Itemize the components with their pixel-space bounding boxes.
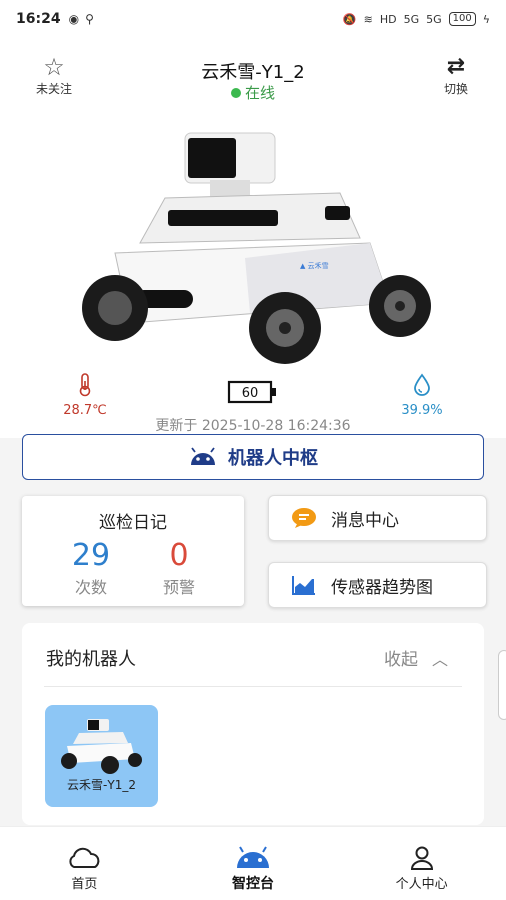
my-robots-panel: 我的机器人 收起 ︿ 云禾雪-Y1_2 (22, 623, 484, 825)
svg-text:▲ 云禾雪: ▲ 云禾雪 (300, 262, 329, 270)
inspection-log-title: 巡检日记 (99, 513, 167, 533)
online-status: 在线 (0, 82, 506, 103)
message-center-label: 消息中心 (331, 510, 399, 531)
battery-indicator: 100 (448, 12, 476, 26)
battery-icon: 60 (227, 380, 276, 404)
inspection-log-card[interactable]: 巡检日记 29 次数 0 预警 (22, 496, 244, 606)
thermometer-icon (79, 373, 91, 397)
tab-control-center-label: 智控台 (232, 876, 274, 892)
signal-5g-1: 5G (403, 12, 420, 26)
sensor-trend-button[interactable]: 传感器趋势图 (268, 562, 487, 608)
tab-profile-label: 个人中心 (395, 877, 448, 892)
swap-arrows-icon: ⇄ (446, 54, 466, 79)
robot-hero: ▲ 云禾雪 28.7℃ 60 39.9% 更新于 2025-10-28 16:2… (0, 108, 506, 438)
tab-profile[interactable]: 个人中心 (337, 827, 506, 900)
area-chart-icon (291, 574, 317, 596)
message-center-button[interactable]: 消息中心 (268, 495, 487, 541)
inspection-count-stat: 29 次数 (46, 538, 136, 598)
inspection-count-label: 次数 (74, 578, 107, 597)
app-notification-icon: ◉ (68, 12, 80, 26)
alert-count-stat: 0 预警 (134, 538, 224, 598)
robot-image: ▲ 云禾雪 (82, 132, 431, 364)
my-robots-title: 我的机器人 (46, 649, 136, 670)
battery-value: 60 (242, 386, 259, 401)
android-icon (191, 447, 215, 465)
tab-control-center[interactable]: 智控台 (169, 827, 338, 900)
robot-hub-label: 机器人中枢 (228, 448, 318, 469)
alert-count-value: 0 (169, 538, 189, 573)
mute-icon: 🔕 (342, 12, 357, 26)
robot-tile[interactable]: 云禾雪-Y1_2 (45, 705, 158, 807)
robot-header: ☆ 未关注 云禾雪-Y1_2 在线 ⇄ 切换 (0, 38, 506, 108)
water-drop-icon (414, 373, 430, 396)
online-status-text: 在线 (244, 84, 275, 102)
usb-icon: ⚲ (85, 12, 94, 26)
status-indicators: 🔕 ≋ HD 5G 5G 100 ϟ (343, 12, 490, 26)
last-updated-text: 更新于 2025-10-28 16:24:36 (155, 418, 351, 434)
temperature-sensor: 28.7℃ (45, 373, 125, 418)
bottom-tab-bar: 首页 智控台 个人中心 (0, 826, 506, 900)
status-time: 16:24 (16, 11, 61, 27)
robot-hub-button[interactable]: 机器人中枢 (22, 434, 484, 480)
divider (44, 686, 462, 687)
wifi-icon: ≋ (363, 12, 373, 26)
signal-5g-2: 5G (426, 12, 442, 26)
robot-tile-name: 云禾雪-Y1_2 (67, 778, 136, 792)
chat-bubble-icon (291, 507, 317, 529)
chevron-up-icon: ︿ (431, 649, 448, 669)
status-bar: 16:24 ◉ ⚲ 🔕 ≋ HD 5G 5G 100 ϟ (0, 0, 506, 38)
charging-icon: ϟ (482, 12, 490, 26)
cloud-icon (0, 845, 169, 871)
person-icon (337, 845, 506, 871)
alert-count-label: 预警 (162, 578, 195, 597)
switch-robot-button[interactable]: ⇄ 切换 (436, 54, 476, 97)
tab-home[interactable]: 首页 (0, 827, 169, 900)
collapse-label: 收起 (383, 650, 418, 670)
side-drawer-handle[interactable] (498, 650, 506, 720)
robot-thumbnail (61, 719, 142, 774)
android-icon (169, 845, 338, 871)
inspection-count-value: 29 (71, 538, 111, 573)
switch-label: 切换 (443, 82, 468, 96)
hd-label: HD (379, 12, 397, 26)
sensor-trend-label: 传感器趋势图 (331, 577, 433, 598)
humidity-sensor: 39.9% (382, 373, 462, 418)
battery-level: 60 (213, 380, 293, 408)
robot-name-title: 云禾雪-Y1_2 (201, 62, 305, 83)
tab-home-label: 首页 (71, 877, 98, 892)
collapse-button[interactable]: 收起 ︿ (383, 645, 448, 671)
online-dot-icon (230, 88, 241, 98)
